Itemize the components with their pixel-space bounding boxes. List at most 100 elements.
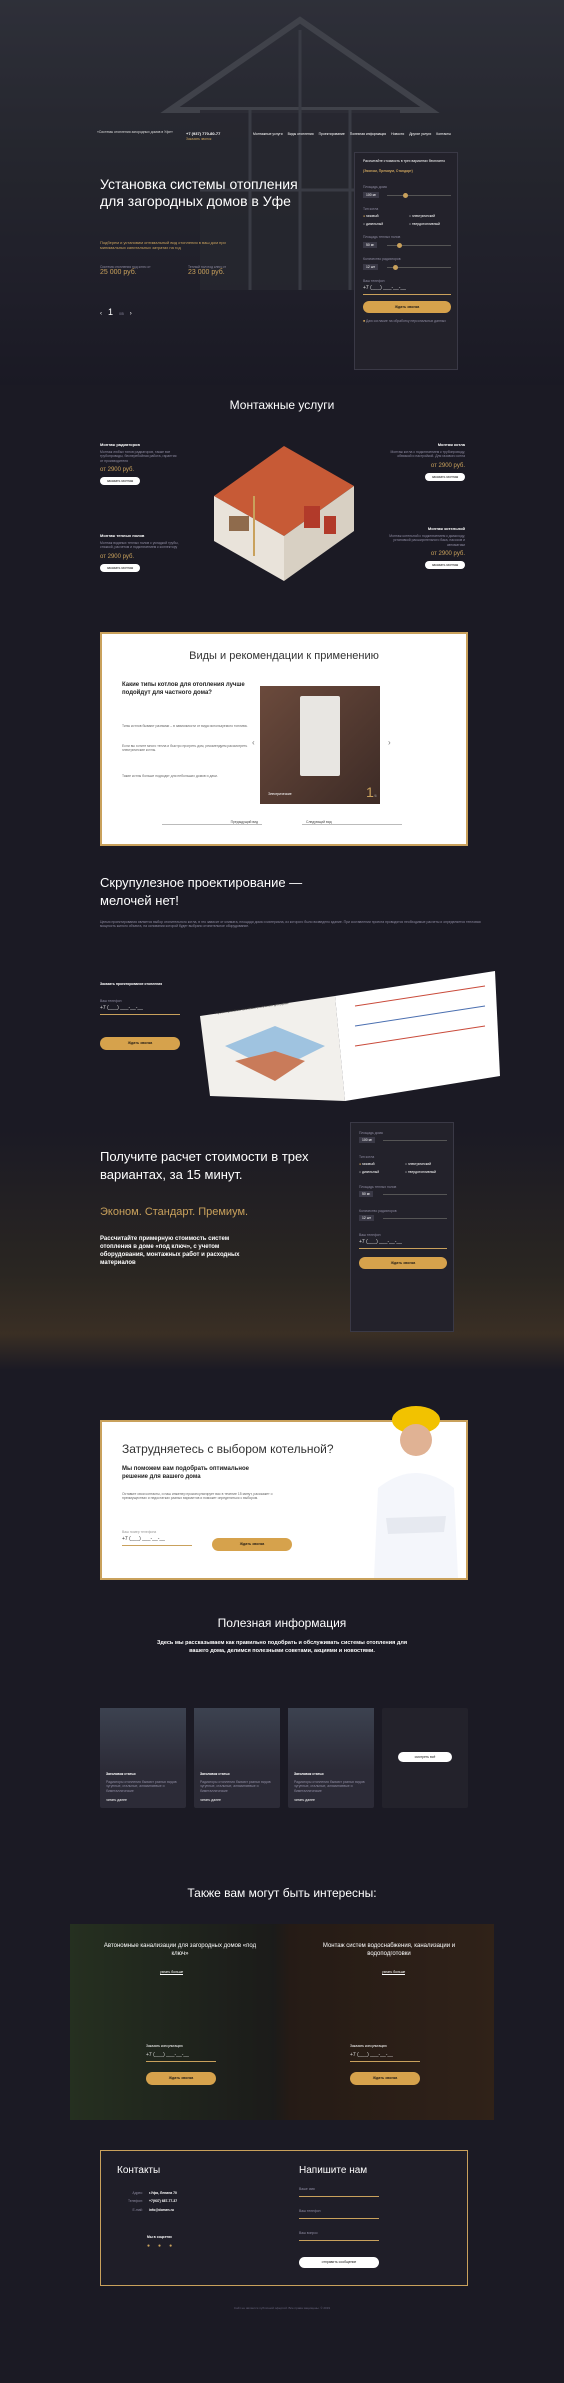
contacts-section: Контакты Адрес: г.Уфа, Ленина 70 Телефон:… [100, 2150, 468, 2286]
order-button[interactable]: заказать монтаж [100, 563, 140, 572]
service-price: от 2900 руб. [100, 553, 135, 560]
project-phone-label: Ваш телефон [100, 999, 122, 1003]
floor-slider[interactable] [383, 1194, 447, 1195]
article-card[interactable]: Заголовок статьи Радиаторы отопления быв… [194, 1708, 280, 1808]
radiators-slider[interactable] [383, 1218, 447, 1219]
vk-icon[interactable]: ● [147, 2243, 150, 2249]
logo[interactable]: «Системы отопления загородных домов в Уф… [97, 130, 177, 134]
service-text: Монтаж водяных теплых полов с укладкой т… [100, 541, 179, 550]
article-link[interactable]: читать далее [200, 1798, 221, 1802]
consent-text[interactable]: ■ Даю согласие на обработку персональных… [363, 319, 455, 323]
article-card[interactable]: Заголовок статьи Радиаторы отопления быв… [288, 1708, 374, 1808]
phone-field[interactable]: Ваш телефон [299, 2209, 379, 2220]
floor-row: 50 м² [363, 241, 451, 249]
area-slider-handle[interactable] [403, 193, 408, 198]
boiler-help-text: Оставьте свои контакты, и наш инженер пр… [122, 1492, 273, 1501]
nav-item[interactable]: Контакты [436, 132, 451, 136]
project-phone-input[interactable]: +7 (___) ___-__-__ [100, 1005, 180, 1015]
header-phone[interactable]: +7 (937) 770-80-77 [186, 131, 220, 136]
name-field[interactable]: Ваше имя [299, 2187, 379, 2198]
area-slider[interactable] [387, 195, 451, 196]
house-cutaway-illustration [214, 446, 354, 581]
type-label: Тип котла [363, 207, 379, 211]
offer-price: 25 000 руб. [100, 269, 137, 277]
phone-input[interactable]: +7 (___) ___-__-__ [359, 1239, 447, 1249]
slide-arrow-right-icon[interactable]: › [388, 738, 391, 747]
radio-option[interactable]: ● газовый [363, 214, 409, 218]
radiators-label: Количество радиаторов [363, 257, 401, 261]
area-slider[interactable] [383, 1140, 447, 1141]
nav-item[interactable]: Виды отопления [288, 132, 314, 136]
project-text: Целью проектирования является выбор отоп… [100, 920, 481, 929]
contact-row: Телефон: +7(937) 687-77-37 [127, 2199, 178, 2204]
area-value[interactable]: 100 м² [359, 1137, 376, 1144]
contacts-rows: Адрес: г.Уфа, Ленина 70 Телефон: +7(937) 6… [117, 2191, 247, 2216]
nav-item[interactable]: Другие услуги [409, 132, 431, 136]
boiler-phone-input[interactable]: +7 (___) ___-__-__ [122, 1536, 192, 1546]
nav-item[interactable]: Новости [391, 132, 404, 136]
checkbox-icon[interactable]: ■ [363, 319, 365, 323]
radio-option[interactable]: ○ твердотопливный [405, 1170, 451, 1174]
footer-text: Сайт не является публичной офертой. Все … [233, 2306, 331, 2310]
types-question: Какие типы котлов для отопления лучше по… [122, 682, 245, 696]
prev-type-button[interactable]: Предыдущий вид [162, 820, 262, 826]
slide-arrow-left-icon[interactable]: ‹ [252, 738, 255, 747]
slide-current: 1 [108, 307, 114, 317]
chevron-left-icon[interactable]: ‹ [100, 311, 102, 317]
radio-option[interactable]: ○ дизельный [363, 222, 409, 226]
article-link[interactable]: читать далее [106, 1798, 127, 1802]
write-title: Напишите нам [299, 2165, 368, 2176]
interest-item-1-title: Автономные канализации для загородных до… [103, 1943, 257, 1958]
radio-option[interactable]: ○ электрический [405, 1162, 451, 1166]
slide-total: /05 [119, 312, 124, 316]
next-type-button[interactable]: Следующий вид [302, 820, 402, 826]
radio-option[interactable]: ○ дизельный [359, 1170, 405, 1174]
order-button[interactable]: заказать монтаж [425, 472, 465, 481]
types-counter: 1/6 [366, 784, 377, 802]
article-card[interactable]: Заголовок статьи Радиаторы отопления быв… [100, 1708, 186, 1808]
instagram-icon[interactable]: ● [169, 2243, 172, 2249]
boiler-wait-call-button[interactable]: Ждать звонка [212, 1538, 292, 1551]
radio-option[interactable]: ● газовый [359, 1162, 405, 1166]
interest-item-2-button[interactable]: Ждать звонка [350, 2072, 420, 2085]
boiler-unit [300, 696, 340, 776]
project-wait-call-button[interactable]: Ждать звонка [100, 1037, 180, 1050]
area-value[interactable]: 100 м² [363, 192, 380, 199]
wait-call-button[interactable]: Ждать звонка [359, 1257, 447, 1269]
interest-item-1-button[interactable]: Ждать звонка [146, 2072, 216, 2085]
interest-item-2-link[interactable]: узнать больше [382, 1970, 406, 1976]
send-message-button[interactable]: отправить сообщение [299, 2257, 379, 2268]
interest-item-2-phone[interactable]: +7 (___) ___-__-__ [350, 2052, 420, 2062]
floor-slider-handle[interactable] [397, 243, 402, 248]
article-link[interactable]: читать далее [294, 1798, 315, 1802]
order-button[interactable]: заказать монтаж [100, 476, 140, 485]
phone-input[interactable]: +7 (___) ___-__-__ [363, 285, 451, 295]
radio-option[interactable]: ○ электрический [409, 214, 455, 218]
radiators-slider-handle[interactable] [393, 265, 398, 270]
callback-link[interactable]: Заказать звонок [186, 137, 211, 141]
types-text-3: Такие котлы больше подходят для небольши… [122, 774, 218, 778]
radiators-value[interactable]: 12 шт [359, 1215, 374, 1222]
types-text-2: Если вы хотите много тепла и быстро прог… [122, 744, 248, 753]
service-text: Монтаж котла с подключением к трубопрово… [390, 450, 465, 459]
radio-option[interactable]: ○ твердотопливный [409, 222, 455, 226]
facebook-icon[interactable]: ● [158, 2243, 161, 2249]
interest-item-1-link[interactable]: узнать больше [160, 1970, 184, 1976]
service-floors: Монтаж теплых полов Монтаж водяных теплы… [100, 533, 180, 572]
chevron-right-icon[interactable]: › [130, 311, 132, 317]
social-icons: ● ● ● [147, 2243, 172, 2249]
service-price: от 2900 руб. [430, 550, 465, 557]
interest-item-1-phone[interactable]: +7 (___) ___-__-__ [146, 2052, 216, 2062]
radiators-value[interactable]: 12 шт [363, 264, 378, 271]
nav-item[interactable]: Монтажные услуги [253, 132, 283, 136]
nav-item[interactable]: Проектирование [319, 132, 345, 136]
question-field[interactable]: Ваш вопрос [299, 2231, 379, 2242]
wait-call-button[interactable]: Ждать звонка [363, 301, 451, 313]
order-button[interactable]: заказать монтаж [425, 560, 465, 569]
nav-item[interactable]: Полезная информация [350, 132, 386, 136]
article-image [100, 1708, 186, 1770]
view-all-button[interactable]: смотреть всё [398, 1752, 452, 1762]
floor-value[interactable]: 50 м² [359, 1191, 374, 1198]
floor-value[interactable]: 50 м² [363, 242, 378, 249]
boiler-caption: Электрические [268, 792, 292, 796]
